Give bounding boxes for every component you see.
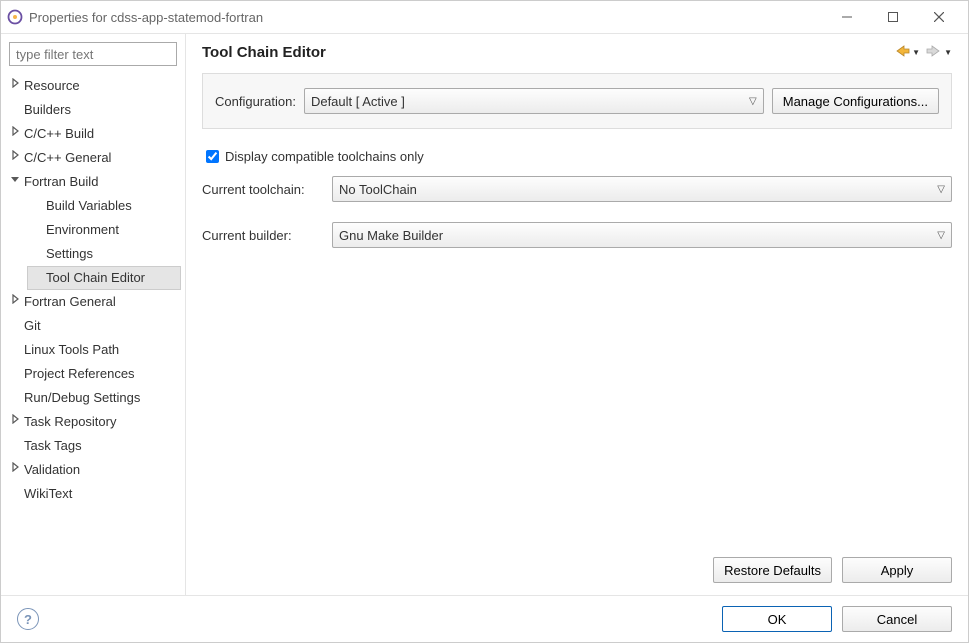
tree-item-label: Settings [44, 243, 95, 265]
nav-tree: ResourceBuildersC/C++ BuildC/C++ General… [5, 74, 181, 506]
close-button[interactable] [916, 2, 962, 32]
manage-configurations-button[interactable]: Manage Configurations... [772, 88, 939, 114]
tree-item-resource[interactable]: Resource [5, 74, 181, 98]
nav-forward-menu-icon[interactable]: ▼ [944, 48, 952, 57]
tree-item-environment[interactable]: Environment [27, 218, 181, 242]
expand-icon[interactable] [8, 147, 22, 169]
tree-item-validation[interactable]: Validation [5, 458, 181, 482]
tree-item-linux-tools-path[interactable]: Linux Tools Path [5, 338, 181, 362]
nav-history: ▼ ▼ [888, 44, 952, 61]
tree-item-git[interactable]: Git [5, 314, 181, 338]
tree-item-project-references[interactable]: Project References [5, 362, 181, 386]
chevron-down-icon: ▽ [937, 184, 945, 195]
expand-icon[interactable] [8, 123, 22, 145]
tree-item-label: Validation [22, 459, 82, 481]
current-builder-value: Gnu Make Builder [339, 228, 443, 243]
minimize-button[interactable] [824, 2, 870, 32]
current-toolchain-label: Current toolchain: [202, 182, 332, 197]
chevron-down-icon: ▽ [937, 230, 945, 241]
tree-item-builders[interactable]: Builders [5, 98, 181, 122]
app-icon [7, 9, 23, 25]
tree-item-label: Git [22, 315, 43, 337]
nav-back-menu-icon[interactable]: ▼ [912, 48, 920, 57]
chevron-down-icon: ▽ [749, 96, 757, 107]
help-icon[interactable]: ? [17, 608, 39, 630]
ok-button[interactable]: OK [722, 606, 832, 632]
window-title: Properties for cdss-app-statemod-fortran [29, 10, 824, 25]
apply-button[interactable]: Apply [842, 557, 952, 583]
current-toolchain-value: No ToolChain [339, 182, 417, 197]
tree-item-label: Resource [22, 75, 82, 97]
nav-back-icon[interactable] [894, 44, 910, 61]
tree-item-label: C/C++ Build [22, 123, 96, 145]
tree-item-label: Project References [22, 363, 137, 385]
filter-input[interactable] [9, 42, 177, 66]
expand-icon[interactable] [8, 459, 22, 481]
current-toolchain-select[interactable]: No ToolChain ▽ [332, 176, 952, 202]
tree-item-fortran-build[interactable]: Fortran Build [5, 170, 181, 194]
tree-item-label: Run/Debug Settings [22, 387, 142, 409]
tree-item-label: WikiText [22, 483, 74, 505]
tree-item-wikitext[interactable]: WikiText [5, 482, 181, 506]
compatible-only-checkbox[interactable] [206, 150, 219, 163]
tree-item-label: Environment [44, 219, 121, 241]
tree-item-c-c-build[interactable]: C/C++ Build [5, 122, 181, 146]
tree-item-task-repository[interactable]: Task Repository [5, 410, 181, 434]
configuration-select[interactable]: Default [ Active ] ▽ [304, 88, 764, 114]
tree-item-tool-chain-editor[interactable]: Tool Chain Editor [27, 266, 181, 290]
tree-item-label: Tool Chain Editor [44, 267, 147, 289]
tree-item-run-debug-settings[interactable]: Run/Debug Settings [5, 386, 181, 410]
tree-item-c-c-general[interactable]: C/C++ General [5, 146, 181, 170]
current-builder-select[interactable]: Gnu Make Builder ▽ [332, 222, 952, 248]
main-panel: Tool Chain Editor ▼ ▼ [186, 34, 968, 595]
tree-item-label: Fortran General [22, 291, 118, 313]
page-title: Tool Chain Editor [202, 44, 888, 61]
expand-icon[interactable] [8, 291, 22, 313]
tree-item-label: Builders [22, 99, 73, 121]
window-controls [824, 2, 962, 32]
compatible-only-label[interactable]: Display compatible toolchains only [225, 149, 424, 164]
sidebar: ResourceBuildersC/C++ BuildC/C++ General… [1, 34, 186, 595]
configuration-value: Default [ Active ] [311, 94, 405, 109]
tree-item-label: Task Tags [22, 435, 84, 457]
expand-icon[interactable] [8, 75, 22, 97]
tree-item-label: Fortran Build [22, 171, 100, 193]
tree-item-label: Build Variables [44, 195, 134, 217]
collapse-icon[interactable] [8, 171, 22, 193]
configuration-panel: Configuration: Default [ Active ] ▽ Mana… [202, 73, 952, 129]
configuration-label: Configuration: [215, 94, 296, 109]
tree-item-fortran-general[interactable]: Fortran General [5, 290, 181, 314]
tree-item-settings[interactable]: Settings [27, 242, 181, 266]
cancel-button[interactable]: Cancel [842, 606, 952, 632]
current-builder-label: Current builder: [202, 228, 332, 243]
tree-item-label: Linux Tools Path [22, 339, 121, 361]
nav-forward-icon [926, 44, 942, 61]
tree-item-label: C/C++ General [22, 147, 113, 169]
maximize-button[interactable] [870, 2, 916, 32]
tree-item-label: Task Repository [22, 411, 118, 433]
tree-item-build-variables[interactable]: Build Variables [27, 194, 181, 218]
titlebar: Properties for cdss-app-statemod-fortran [1, 1, 968, 33]
expand-icon[interactable] [8, 411, 22, 433]
footer: ? OK Cancel [1, 595, 968, 642]
tree-item-task-tags[interactable]: Task Tags [5, 434, 181, 458]
restore-defaults-button[interactable]: Restore Defaults [713, 557, 832, 583]
